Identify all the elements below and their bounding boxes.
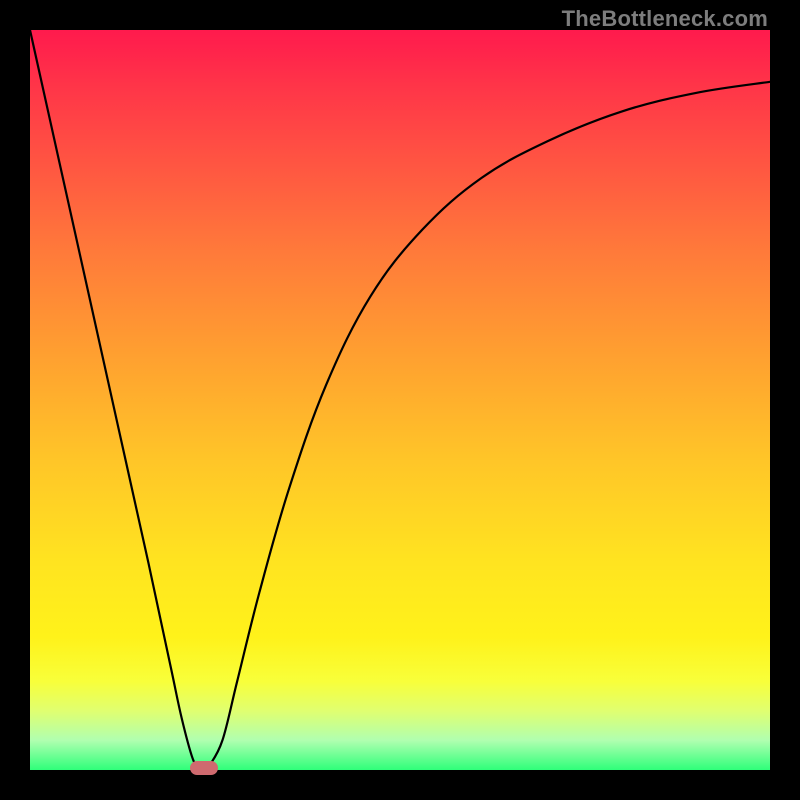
y-axis-border xyxy=(0,0,30,800)
chart-frame: TheBottleneck.com xyxy=(0,0,800,800)
optimal-marker xyxy=(190,761,218,775)
watermark-text: TheBottleneck.com xyxy=(562,6,768,32)
bottleneck-curve xyxy=(30,30,770,770)
x-axis-border xyxy=(0,770,800,800)
plot-area xyxy=(30,30,770,770)
